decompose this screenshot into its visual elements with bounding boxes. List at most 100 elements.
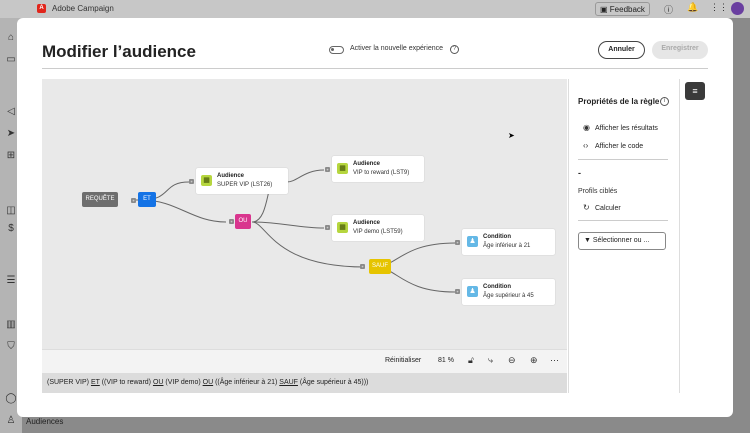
workflow-icon[interactable]: ⊞ [5,150,17,162]
node-subtitle: VIP to reward (LST9) [353,170,410,176]
help-icon[interactable]: ⓘ [664,3,673,16]
show-code-button[interactable]: ‹› Afficher le code [583,141,643,150]
avatar[interactable] [731,2,744,15]
condition-node-under-21[interactable]: ♟ Condition Âge inférieur à 21 [462,229,555,255]
toggle-label: Activer la nouvelle expérience [350,45,443,52]
node-subtitle: VIP demo (LST59) [353,229,403,235]
zoom-in-icon[interactable]: ⊕ [530,355,538,366]
apps-grid-icon[interactable]: ⋮⋮ [710,2,728,13]
audience-icon[interactable]: ◫ [5,205,17,217]
expr-part: (SUPER VIP) [47,379,91,386]
sidebar-item-audiences[interactable]: Audiences [26,417,63,426]
megaphone-icon[interactable]: ◁ [5,106,17,118]
eye-icon: ◉ [583,123,590,132]
feedback-icon: ▣ [600,5,610,14]
send-icon[interactable]: ➤ [5,128,17,140]
expr-part: (Âge supérieur à 45))) [297,379,369,386]
cancel-button[interactable]: Annuler [598,41,645,59]
except-operator-node[interactable]: SAUF [369,259,391,274]
port-icon: + [131,198,136,203]
dollar-icon[interactable]: $ [5,223,17,235]
more-icon[interactable]: ⋯ [550,355,559,366]
save-button[interactable]: Enregistrer [652,41,708,59]
zoom-level: 81 % [438,357,454,364]
node-subtitle: SUPER VIP (LST26) [217,182,273,188]
audience-node-vip-demo[interactable]: ▦ Audience VIP demo (LST59) [332,215,424,241]
help-icon[interactable]: ? [450,45,459,54]
app-title: Adobe Campaign [52,4,114,13]
edge-supervip-vip [286,169,325,183]
node-title: Condition [483,234,511,240]
query-node[interactable]: REQUÊTE [82,192,118,207]
feedback-label: Feedback [609,5,645,14]
targeted-profiles-label: Profils ciblés [578,188,618,195]
layout-icon[interactable]: ⤷ [488,355,493,366]
expr-operator: OU [202,379,214,386]
lock-icon[interactable]: 🔓︎ [468,355,474,366]
expr-part: (VIP demo) [163,379,203,386]
folder-icon[interactable]: ▭ [5,54,17,66]
audience-icon: ▦ [337,163,348,174]
canvas-toolbar: Réinitialiser 81 % 🔓︎ ⤷ ⊖ ⊕ ⋯ [42,349,567,373]
reset-button[interactable]: Réinitialiser [385,357,421,364]
divider [578,159,668,160]
and-operator-node[interactable]: ET [138,192,156,207]
home-icon[interactable]: ⌂ [5,32,17,44]
audience-node-super-vip[interactable]: ▦ Audience SUPER VIP (LST26) [196,168,288,194]
node-title: Condition [483,284,511,290]
edge-or-vipdemo [251,221,325,229]
mouse-cursor-icon: ➤ [508,131,515,140]
rule-builder-canvas[interactable]: REQUÊTE + ET + ▦ Audience SUPER VIP (LST… [42,79,567,349]
edit-audience-dialog: Modifier l’audience Activer la nouvelle … [17,18,733,417]
expr-operator: OU [152,379,164,386]
compute-button[interactable]: ↻ Calculer [583,203,621,212]
audience-icon: ▦ [201,175,212,186]
node-title: Audience [353,220,381,226]
or-operator-node[interactable]: OU [235,214,251,229]
person-icon: ♟ [467,236,478,247]
expr-part: ((VIP to reward) [99,379,153,386]
shield-icon[interactable]: ⛉ [5,341,17,353]
info-icon[interactable]: i [660,97,669,106]
filter-select-label: Sélectionner ou ... [592,237,650,244]
table-icon[interactable]: ☰ [5,275,17,287]
new-experience-toggle[interactable] [329,46,344,54]
condition-node-over-45[interactable]: ♟ Condition Âge supérieur à 45 [462,279,555,305]
node-title: Audience [353,161,381,167]
divider [578,220,668,221]
targeted-count: - [578,168,581,178]
side-toolbar: ≡ [679,79,733,393]
port-icon: + [229,219,234,224]
audience-icon: ▦ [337,222,348,233]
rule-properties-panel: Propriétés de la règle i ◉ Afficher les r… [568,79,678,393]
user-icon[interactable]: ◯ [5,393,17,405]
people-icon[interactable]: ♙ [5,415,17,427]
zoom-out-icon[interactable]: ⊖ [508,355,516,366]
bell-icon[interactable]: 🔔 [687,2,698,13]
show-results-label: Afficher les résultats [595,125,658,132]
person-icon: ♟ [467,286,478,297]
compute-label: Calculer [595,205,621,212]
panel-title: Propriétés de la règle [578,97,660,106]
adobe-logo-icon: A [37,4,46,13]
filter-select[interactable]: ▼ Sélectionner ou ... [578,232,666,250]
refresh-icon: ↻ [583,203,590,212]
node-subtitle: Âge supérieur à 45 [483,293,534,299]
node-subtitle: Âge inférieur à 21 [483,243,531,249]
feedback-button[interactable]: ▣ Feedback [595,2,650,16]
app-header: A Adobe Campaign ▣ Feedback ⓘ 🔔 ⋮⋮ [0,0,750,18]
settings-sliders-icon[interactable]: ≡ [685,82,705,100]
port-icon: + [455,240,460,245]
header-divider [42,68,708,69]
expr-operator: SAUF [279,379,298,386]
node-title: Audience [217,173,245,179]
connection-lines [136,169,456,293]
port-icon: + [325,167,330,172]
port-icon: + [455,289,460,294]
audience-node-vip-to-reward[interactable]: ▦ Audience VIP to reward (LST9) [332,156,424,182]
chart-icon[interactable]: ▥ [5,319,17,331]
filter-icon: ▼ [584,237,593,244]
code-icon: ‹› [583,141,589,150]
show-results-button[interactable]: ◉ Afficher les résultats [583,123,658,132]
port-icon: + [189,179,194,184]
